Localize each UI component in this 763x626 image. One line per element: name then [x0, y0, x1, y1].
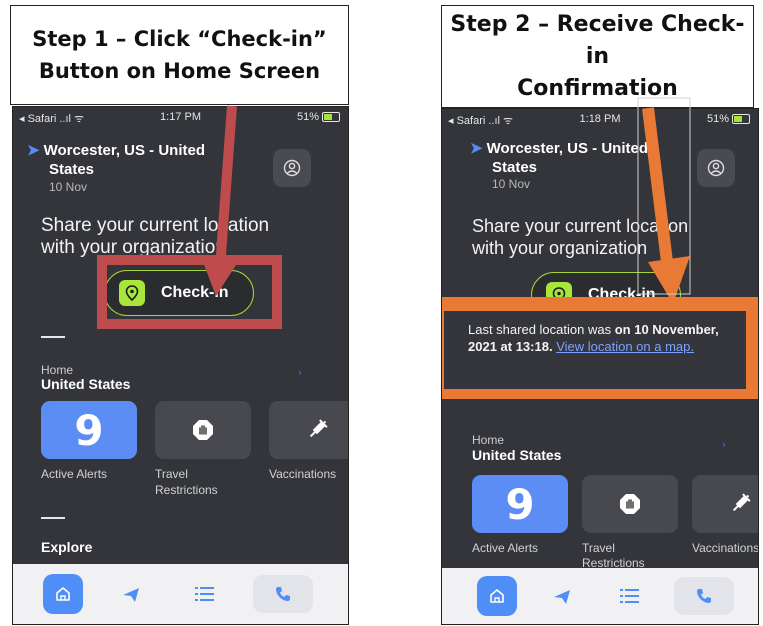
status-battery: 51% — [707, 113, 750, 125]
location-date: 10 Nov — [49, 180, 88, 194]
vaccinations-tile[interactable] — [269, 401, 348, 459]
nav-list-button[interactable] — [618, 584, 642, 608]
view-location-link[interactable]: View location on a map. — [556, 339, 694, 354]
status-bar: ◂ Safari ..ıl ᯤ 1:18 PM 51% — [442, 109, 758, 129]
nav-home-button[interactable] — [477, 576, 517, 616]
tile-label-travel: Travel — [582, 541, 615, 555]
tile-label-active-alerts: Active Alerts — [41, 467, 108, 481]
share-location-heading: Share your current location with your or… — [472, 216, 689, 258]
plane-icon — [123, 588, 139, 602]
travel-restrictions-tile[interactable] — [582, 475, 678, 533]
hand-stop-icon — [193, 420, 213, 440]
phone-screen-step1: ◂ Safari ..ıl ᯤ 1:17 PM 51% ➤ Worcester, … — [12, 106, 349, 625]
home-label: Home — [472, 433, 505, 447]
vaccinations-tile[interactable] — [692, 475, 758, 533]
syringe-icon — [732, 493, 751, 512]
divider — [41, 336, 65, 338]
list-icon — [620, 589, 639, 603]
hand-stop-icon — [620, 494, 640, 514]
home-country[interactable]: United States — [41, 376, 130, 392]
profile-icon — [283, 159, 301, 177]
nav-travel-button[interactable] — [119, 582, 143, 606]
plane-icon — [554, 590, 570, 604]
highlight-box-confirmation: Last shared location was on 10 November,… — [442, 297, 758, 399]
travel-restrictions-tile[interactable] — [155, 401, 251, 459]
location-date: 10 Nov — [492, 177, 531, 191]
nav-call-button[interactable] — [253, 575, 313, 613]
bottom-nav — [13, 564, 348, 624]
share-location-heading: Share your current location with your or… — [41, 215, 270, 258]
phone-screen-step2: ◂ Safari ..ıl ᯤ 1:18 PM 51% ➤ Worcester, … — [441, 108, 759, 625]
explore-heading: Explore — [41, 539, 93, 555]
step1-caption-line1: Step 1 – Click “Check-in” — [32, 27, 327, 51]
nav-list-button[interactable] — [193, 582, 217, 606]
nav-home-button[interactable] — [43, 574, 83, 614]
divider — [41, 517, 65, 519]
nav-call-button[interactable] — [674, 577, 734, 615]
step1-caption: Step 1 – Click “Check-in” Button on Home… — [10, 5, 349, 105]
current-location: ➤ Worcester, US - United States — [470, 140, 649, 176]
nav-travel-button[interactable] — [550, 584, 574, 608]
home-country[interactable]: United States — [472, 447, 561, 463]
step2-caption-line2: Confirmation — [517, 75, 678, 101]
active-alerts-tile[interactable]: 9 — [472, 475, 568, 533]
profile-button[interactable] — [273, 149, 311, 187]
home-label: Home — [41, 363, 74, 377]
battery-icon — [322, 112, 340, 123]
alerts-count: 9 — [74, 405, 104, 455]
location-arrow-icon: ➤ — [27, 142, 40, 159]
tile-label-restrictions: Restrictions — [155, 483, 218, 497]
tile-label-active-alerts: Active Alerts — [472, 541, 539, 555]
tile-label-vaccinations: Vaccinations — [269, 467, 337, 481]
location-arrow-icon: ➤ — [470, 140, 483, 157]
phone-icon — [276, 587, 290, 601]
bottom-nav — [442, 568, 758, 624]
step1-caption-line2: Button on Home Screen — [38, 59, 321, 83]
active-alerts-tile[interactable]: 9 — [41, 401, 137, 459]
alerts-count: 9 — [505, 479, 535, 529]
profile-button[interactable] — [697, 149, 735, 187]
current-location: ➤ Worcester, US - United States — [27, 142, 206, 178]
battery-icon — [732, 114, 750, 125]
home-icon — [56, 587, 70, 601]
chevron-right-icon[interactable]: › — [298, 367, 302, 379]
tile-label-travel: Travel — [155, 467, 188, 481]
phone-icon — [697, 589, 711, 603]
tile-label-vaccinations: Vaccinations — [692, 541, 759, 555]
step2-caption: Step 2 – Receive Check-in Confirmation — [441, 5, 754, 108]
chevron-right-icon[interactable]: › — [722, 439, 726, 451]
status-battery: 51% — [297, 111, 340, 123]
home-icon — [490, 589, 504, 603]
profile-icon — [707, 159, 725, 177]
list-icon — [195, 587, 214, 601]
step2-caption-line1: Step 2 – Receive Check-in — [450, 11, 745, 69]
checkin-confirmation-message: Last shared location was on 10 November,… — [444, 311, 746, 389]
status-bar: ◂ Safari ..ıl ᯤ 1:17 PM 51% — [13, 107, 348, 127]
highlight-box-checkin — [97, 255, 282, 329]
syringe-icon — [309, 419, 328, 438]
